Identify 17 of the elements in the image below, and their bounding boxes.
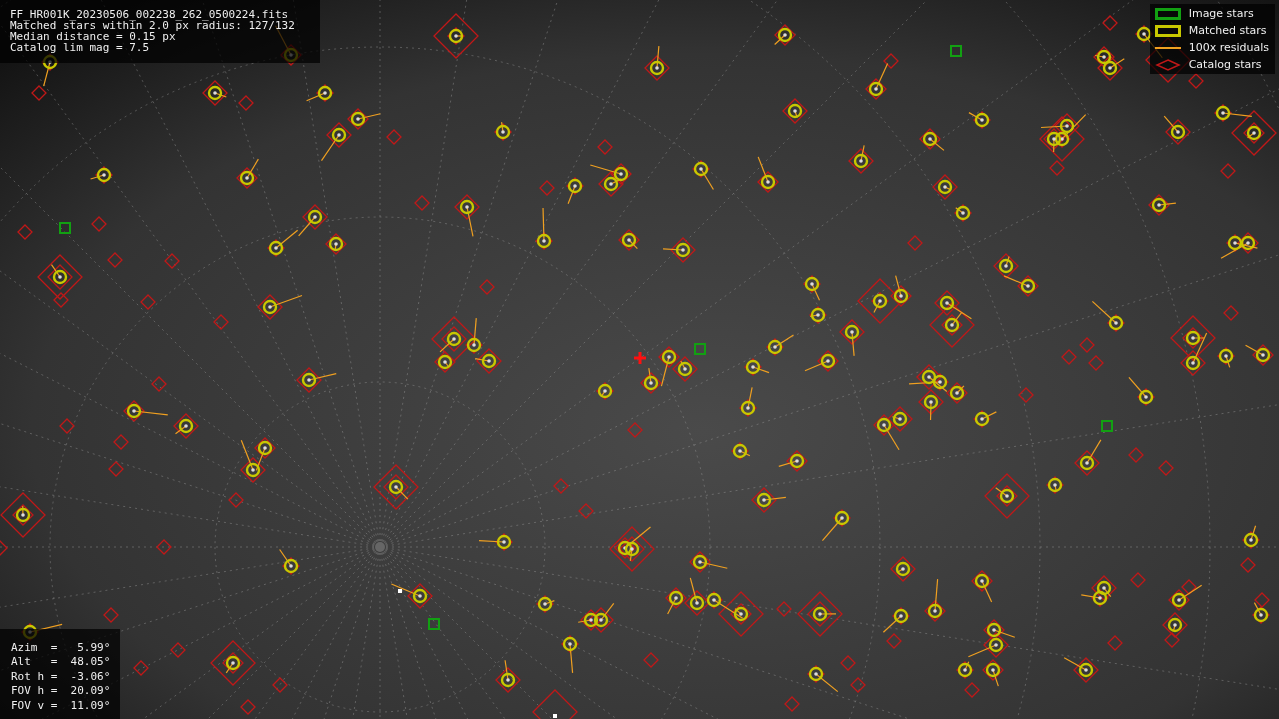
diamond-icon xyxy=(1154,58,1181,71)
legend-label: 100x residuals xyxy=(1188,42,1269,53)
pointing-text: Azim = 5.99° xyxy=(11,640,111,655)
pointing-text: Alt = 48.05° xyxy=(11,655,111,670)
pointing-text: FOV h = 20.09° xyxy=(11,684,111,699)
info-text: Catalog lim mag = 7.5 xyxy=(10,42,151,53)
line-icon xyxy=(1154,46,1181,49)
info-text: Matched stars within 2.0 px radius: 127/132 xyxy=(10,20,296,31)
legend-label: Image stars xyxy=(1188,8,1254,19)
pointing-text: Rot h = -3.06° xyxy=(11,669,111,684)
info-text: Median distance = 0.15 px xyxy=(10,31,176,42)
pointing-text: FOV v = 11.09° xyxy=(11,698,111,713)
info-text: FF_HR001K_20230506_002238_262_0500224.fits xyxy=(10,9,290,20)
legend-label: Matched stars xyxy=(1188,25,1267,36)
legend-label: Catalog stars xyxy=(1188,59,1262,70)
rectangle-icon xyxy=(1154,24,1181,37)
rectangle-icon xyxy=(1154,7,1181,20)
